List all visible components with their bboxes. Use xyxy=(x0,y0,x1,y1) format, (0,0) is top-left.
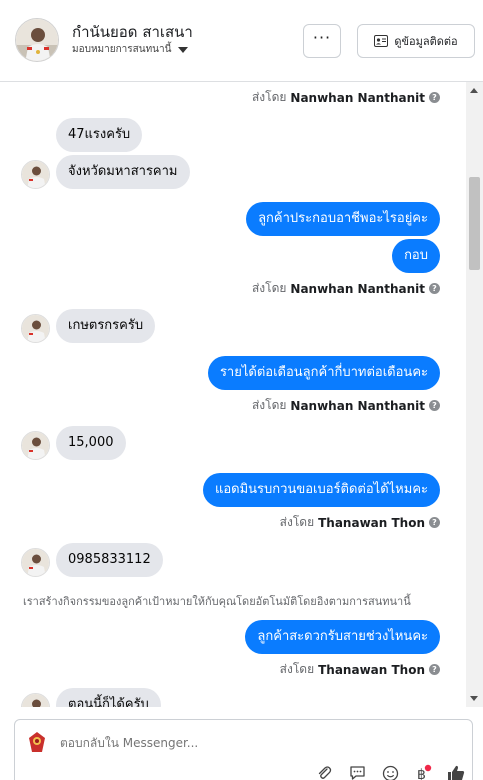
assign-label: มอบหมายการสนทนานี้ xyxy=(72,44,172,55)
scroll-up-icon[interactable] xyxy=(470,88,478,93)
sent-by-label: ส่งโดย Nanwhan Nanthanit ? xyxy=(252,88,440,107)
incoming-message[interactable]: 0985833112 xyxy=(56,543,163,577)
sent-by-label: ส่งโดย Nanwhan Nanthanit ? xyxy=(252,396,440,415)
thumbs-up-icon[interactable] xyxy=(447,764,465,780)
incoming-message[interactable]: 47แรงครับ xyxy=(56,118,143,152)
ellipsis-icon: ··· xyxy=(312,28,332,47)
composer-toolbar: ฿ xyxy=(315,764,465,780)
sender-name: Nanwhan Nanthanit xyxy=(290,398,425,413)
help-icon[interactable]: ? xyxy=(429,517,440,528)
incoming-message[interactable]: ตอนนี้ก็ได้ครับ xyxy=(56,688,161,707)
contact-avatar-small xyxy=(21,160,50,189)
outgoing-message[interactable]: กอบ xyxy=(392,239,440,273)
emoji-icon[interactable] xyxy=(381,764,399,780)
help-icon[interactable]: ? xyxy=(429,283,440,294)
sender-name: Nanwhan Nanthanit xyxy=(290,281,425,296)
outgoing-message[interactable]: รายได้ต่อเดือนลูกค้ากี่บาทต่อเดือนคะ xyxy=(207,356,440,390)
contact-avatar-small xyxy=(21,693,50,707)
reply-input[interactable] xyxy=(60,736,360,750)
caret-down-icon xyxy=(178,46,189,53)
message-list: ส่งโดย Nanwhan Nanthanit ? 47แรงครับ จัง… xyxy=(0,82,466,707)
sent-by-prefix: ส่งโดย xyxy=(279,515,315,529)
assign-conversation-dropdown[interactable]: มอบหมายการสนทนานี้ xyxy=(72,42,189,57)
outgoing-message[interactable]: แอดมินรบกวนขอเบอร์ติดต่อได้ไหมคะ xyxy=(202,473,440,507)
baht-icon[interactable]: ฿ xyxy=(414,764,432,780)
incoming-message[interactable]: 15,000 xyxy=(56,426,126,460)
system-note: เราสร้างกิจกรรมของลูกค้าเป้าหมายให้กับคุ… xyxy=(23,595,411,608)
sender-name: Nanwhan Nanthanit xyxy=(290,90,425,105)
paperclip-icon[interactable] xyxy=(315,764,333,780)
svg-text:฿: ฿ xyxy=(417,767,426,780)
help-icon[interactable]: ? xyxy=(429,664,440,675)
incoming-message[interactable]: จังหวัดมหาสารคาม xyxy=(56,155,190,189)
help-icon[interactable]: ? xyxy=(429,92,440,103)
incoming-message[interactable]: เกษตรกรครับ xyxy=(56,309,156,343)
chat-bubble-icon[interactable] xyxy=(348,764,366,780)
outgoing-message[interactable]: ลูกค้าสะดวกรับสายช่วงไหนคะ xyxy=(245,620,440,654)
contact-card-icon xyxy=(374,35,389,47)
sent-by-prefix: ส่งโดย xyxy=(251,281,287,295)
reply-composer: ฿ xyxy=(14,719,473,780)
view-contact-label: ดูข้อมูลติดต่อ xyxy=(394,35,458,48)
help-icon[interactable]: ? xyxy=(429,400,440,411)
contact-avatar-small xyxy=(21,314,50,343)
sender-name: Thanawan Thon xyxy=(318,515,425,530)
page-avatar xyxy=(25,730,49,754)
message-scrollbar[interactable] xyxy=(466,82,483,707)
sent-by-prefix: ส่งโดย xyxy=(251,398,287,412)
view-contact-button[interactable]: ดูข้อมูลติดต่อ xyxy=(357,24,475,58)
outgoing-message[interactable]: ลูกค้าประกอบอาชีพอะไรอยู่คะ xyxy=(246,202,440,236)
sent-by-prefix: ส่งโดย xyxy=(279,662,315,676)
conversation-header: กำนันยอด สาเสนา มอบหมายการสนทนานี้ ··· ด… xyxy=(0,0,483,82)
contact-avatar-small xyxy=(21,431,50,460)
sent-by-label: ส่งโดย Thanawan Thon ? xyxy=(280,660,440,679)
contact-avatar-small xyxy=(21,548,50,577)
sent-by-label: ส่งโดย Thanawan Thon ? xyxy=(280,513,440,532)
more-options-button[interactable]: ··· xyxy=(303,24,341,58)
scroll-down-icon[interactable] xyxy=(470,696,478,701)
sent-by-prefix: ส่งโดย xyxy=(251,90,287,104)
sender-name: Thanawan Thon xyxy=(318,662,425,677)
sent-by-label: ส่งโดย Nanwhan Nanthanit ? xyxy=(252,279,440,298)
contact-avatar[interactable] xyxy=(15,18,59,62)
contact-name[interactable]: กำนันยอด สาเสนา xyxy=(72,20,193,44)
scroll-thumb[interactable] xyxy=(469,177,480,270)
